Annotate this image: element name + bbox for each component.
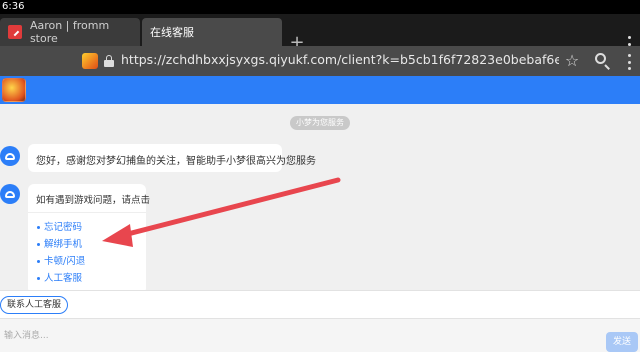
chat-header [0,76,640,104]
site-favicon-icon [82,53,98,69]
faq-link-unbind-phone[interactable]: 解绑手机 [36,236,138,253]
status-time: 6:36 [2,1,25,12]
faq-link-human-agent[interactable]: 人工客服 [36,270,138,287]
tab-strip: Aaron | fromm store 在线客服 + [0,14,640,53]
tab-title: Aaron | fromm store [29,19,110,45]
headset-icon [5,190,15,198]
fromm-favicon-icon [8,25,22,39]
message-input[interactable] [0,325,598,347]
tab-title: 在线客服 [150,26,194,39]
quick-action-bar: 联系人工客服 [0,290,640,318]
faq-prompt: 如有遇到游戏问题，请点击 [36,195,151,206]
game-logo [2,78,26,102]
send-button[interactable]: 发送 [606,332,638,352]
search-icon[interactable] [594,52,612,70]
tab-online-support[interactable]: 在线客服 [142,18,282,46]
bot-avatar [0,146,20,166]
url-field[interactable]: https://zchdhbxxjsyxgs.qiyukf.com/client… [121,52,559,67]
divider [28,212,146,213]
headset-icon [5,152,15,160]
system-tag: 小梦为您服务 [290,116,350,130]
faq-message: 如有遇到游戏问题，请点击 忘记密码 解绑手机 卡顿/闪退 人工客服 [28,184,151,290]
tab-aaron-fromm-store[interactable]: Aaron | fromm store [0,18,140,46]
faq-link-forgot-password[interactable]: 忘记密码 [36,219,138,236]
greeting-message: 您好，感谢您对梦幻捕鱼的关注，智能助手小梦很高兴为您服务 [28,144,316,172]
input-bar: 发送 [0,318,640,352]
bot-avatar [0,184,20,204]
faq-link-lag-crash[interactable]: 卡顿/闪退 [36,253,138,270]
chat-area: 小梦为您服务 您好，感谢您对梦幻捕鱼的关注，智能助手小梦很高兴为您服务 如有遇到… [0,104,640,290]
bookmark-star-icon[interactable]: ☆ [563,52,581,70]
address-bar: https://zchdhbxxjsyxgs.qiyukf.com/client… [0,46,640,76]
contact-human-agent-button[interactable]: 联系人工客服 [0,296,69,314]
status-bar: 6:36 [0,0,640,14]
faq-link-list: 忘记密码 解绑手机 卡顿/闪退 人工客服 [36,219,138,287]
lock-icon[interactable] [104,55,114,67]
overflow-menu-icon[interactable] [624,53,634,71]
